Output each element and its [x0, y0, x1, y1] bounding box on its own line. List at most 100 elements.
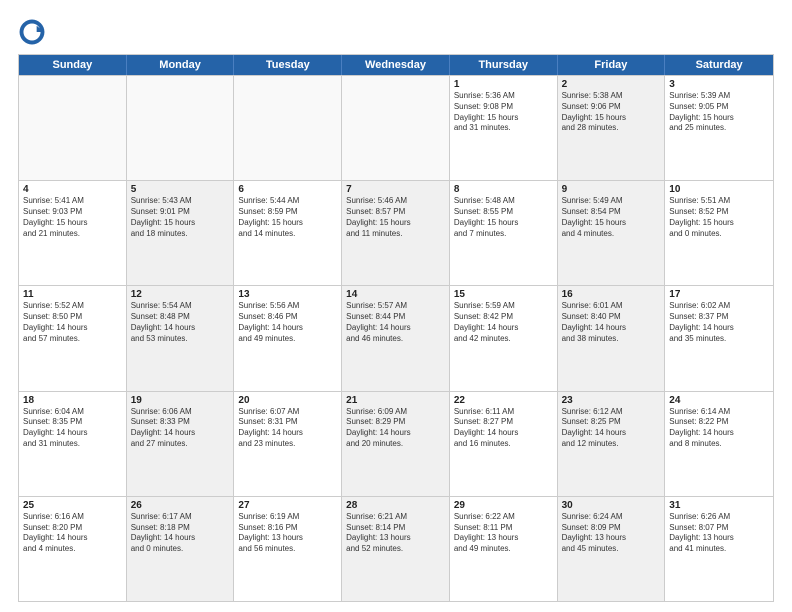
weekday-header-monday: Monday — [127, 55, 235, 75]
day-number: 8 — [454, 184, 553, 195]
cell-text: Sunrise: 6:07 AMSunset: 8:31 PMDaylight:… — [238, 407, 337, 450]
weekday-header-sunday: Sunday — [19, 55, 127, 75]
cal-cell-5-1: 25Sunrise: 6:16 AMSunset: 8:20 PMDayligh… — [19, 497, 127, 601]
day-number: 11 — [23, 289, 122, 300]
cal-cell-1-3 — [234, 76, 342, 180]
day-number: 25 — [23, 500, 122, 511]
day-number: 13 — [238, 289, 337, 300]
calendar-body: 1Sunrise: 5:36 AMSunset: 9:08 PMDaylight… — [19, 75, 773, 601]
cell-text: Sunrise: 5:36 AMSunset: 9:08 PMDaylight:… — [454, 91, 553, 134]
cal-cell-5-4: 28Sunrise: 6:21 AMSunset: 8:14 PMDayligh… — [342, 497, 450, 601]
header — [18, 18, 774, 46]
cal-cell-2-2: 5Sunrise: 5:43 AMSunset: 9:01 PMDaylight… — [127, 181, 235, 285]
cell-text: Sunrise: 6:11 AMSunset: 8:27 PMDaylight:… — [454, 407, 553, 450]
week-row-3: 11Sunrise: 5:52 AMSunset: 8:50 PMDayligh… — [19, 285, 773, 390]
cal-cell-5-5: 29Sunrise: 6:22 AMSunset: 8:11 PMDayligh… — [450, 497, 558, 601]
cell-text: Sunrise: 6:16 AMSunset: 8:20 PMDaylight:… — [23, 512, 122, 555]
cell-text: Sunrise: 5:57 AMSunset: 8:44 PMDaylight:… — [346, 301, 445, 344]
day-number: 18 — [23, 395, 122, 406]
day-number: 3 — [669, 79, 769, 90]
cal-cell-1-7: 3Sunrise: 5:39 AMSunset: 9:05 PMDaylight… — [665, 76, 773, 180]
weekday-header-thursday: Thursday — [450, 55, 558, 75]
day-number: 9 — [562, 184, 661, 195]
cal-cell-2-5: 8Sunrise: 5:48 AMSunset: 8:55 PMDaylight… — [450, 181, 558, 285]
cal-cell-3-5: 15Sunrise: 5:59 AMSunset: 8:42 PMDayligh… — [450, 286, 558, 390]
cell-text: Sunrise: 5:56 AMSunset: 8:46 PMDaylight:… — [238, 301, 337, 344]
cell-text: Sunrise: 5:59 AMSunset: 8:42 PMDaylight:… — [454, 301, 553, 344]
cell-text: Sunrise: 6:01 AMSunset: 8:40 PMDaylight:… — [562, 301, 661, 344]
cal-cell-4-4: 21Sunrise: 6:09 AMSunset: 8:29 PMDayligh… — [342, 392, 450, 496]
calendar: SundayMondayTuesdayWednesdayThursdayFrid… — [18, 54, 774, 602]
cal-cell-3-6: 16Sunrise: 6:01 AMSunset: 8:40 PMDayligh… — [558, 286, 666, 390]
cal-cell-1-1 — [19, 76, 127, 180]
cell-text: Sunrise: 6:04 AMSunset: 8:35 PMDaylight:… — [23, 407, 122, 450]
weekday-header-friday: Friday — [558, 55, 666, 75]
weekday-header-saturday: Saturday — [665, 55, 773, 75]
day-number: 23 — [562, 395, 661, 406]
cell-text: Sunrise: 5:48 AMSunset: 8:55 PMDaylight:… — [454, 196, 553, 239]
day-number: 7 — [346, 184, 445, 195]
cell-text: Sunrise: 6:24 AMSunset: 8:09 PMDaylight:… — [562, 512, 661, 555]
day-number: 21 — [346, 395, 445, 406]
day-number: 24 — [669, 395, 769, 406]
cell-text: Sunrise: 5:49 AMSunset: 8:54 PMDaylight:… — [562, 196, 661, 239]
cell-text: Sunrise: 5:46 AMSunset: 8:57 PMDaylight:… — [346, 196, 445, 239]
day-number: 17 — [669, 289, 769, 300]
cal-cell-5-3: 27Sunrise: 6:19 AMSunset: 8:16 PMDayligh… — [234, 497, 342, 601]
cal-cell-2-3: 6Sunrise: 5:44 AMSunset: 8:59 PMDaylight… — [234, 181, 342, 285]
week-row-4: 18Sunrise: 6:04 AMSunset: 8:35 PMDayligh… — [19, 391, 773, 496]
cal-cell-2-1: 4Sunrise: 5:41 AMSunset: 9:03 PMDaylight… — [19, 181, 127, 285]
day-number: 28 — [346, 500, 445, 511]
calendar-header-row: SundayMondayTuesdayWednesdayThursdayFrid… — [19, 55, 773, 75]
day-number: 12 — [131, 289, 230, 300]
cal-cell-4-5: 22Sunrise: 6:11 AMSunset: 8:27 PMDayligh… — [450, 392, 558, 496]
cal-cell-3-1: 11Sunrise: 5:52 AMSunset: 8:50 PMDayligh… — [19, 286, 127, 390]
cell-text: Sunrise: 6:22 AMSunset: 8:11 PMDaylight:… — [454, 512, 553, 555]
day-number: 16 — [562, 289, 661, 300]
cell-text: Sunrise: 6:14 AMSunset: 8:22 PMDaylight:… — [669, 407, 769, 450]
day-number: 4 — [23, 184, 122, 195]
cal-cell-4-7: 24Sunrise: 6:14 AMSunset: 8:22 PMDayligh… — [665, 392, 773, 496]
week-row-2: 4Sunrise: 5:41 AMSunset: 9:03 PMDaylight… — [19, 180, 773, 285]
cal-cell-1-6: 2Sunrise: 5:38 AMSunset: 9:06 PMDaylight… — [558, 76, 666, 180]
cell-text: Sunrise: 5:54 AMSunset: 8:48 PMDaylight:… — [131, 301, 230, 344]
cal-cell-2-4: 7Sunrise: 5:46 AMSunset: 8:57 PMDaylight… — [342, 181, 450, 285]
cell-text: Sunrise: 6:09 AMSunset: 8:29 PMDaylight:… — [346, 407, 445, 450]
day-number: 30 — [562, 500, 661, 511]
cell-text: Sunrise: 5:38 AMSunset: 9:06 PMDaylight:… — [562, 91, 661, 134]
cal-cell-1-2 — [127, 76, 235, 180]
cal-cell-1-5: 1Sunrise: 5:36 AMSunset: 9:08 PMDaylight… — [450, 76, 558, 180]
day-number: 10 — [669, 184, 769, 195]
cal-cell-3-4: 14Sunrise: 5:57 AMSunset: 8:44 PMDayligh… — [342, 286, 450, 390]
day-number: 1 — [454, 79, 553, 90]
cell-text: Sunrise: 5:51 AMSunset: 8:52 PMDaylight:… — [669, 196, 769, 239]
cal-cell-2-7: 10Sunrise: 5:51 AMSunset: 8:52 PMDayligh… — [665, 181, 773, 285]
logo-icon — [18, 18, 46, 46]
cal-cell-4-3: 20Sunrise: 6:07 AMSunset: 8:31 PMDayligh… — [234, 392, 342, 496]
cal-cell-3-3: 13Sunrise: 5:56 AMSunset: 8:46 PMDayligh… — [234, 286, 342, 390]
cell-text: Sunrise: 5:43 AMSunset: 9:01 PMDaylight:… — [131, 196, 230, 239]
cell-text: Sunrise: 5:41 AMSunset: 9:03 PMDaylight:… — [23, 196, 122, 239]
day-number: 22 — [454, 395, 553, 406]
cell-text: Sunrise: 6:19 AMSunset: 8:16 PMDaylight:… — [238, 512, 337, 555]
day-number: 6 — [238, 184, 337, 195]
day-number: 26 — [131, 500, 230, 511]
weekday-header-tuesday: Tuesday — [234, 55, 342, 75]
day-number: 27 — [238, 500, 337, 511]
cal-cell-4-6: 23Sunrise: 6:12 AMSunset: 8:25 PMDayligh… — [558, 392, 666, 496]
cell-text: Sunrise: 6:02 AMSunset: 8:37 PMDaylight:… — [669, 301, 769, 344]
logo — [18, 18, 50, 46]
day-number: 19 — [131, 395, 230, 406]
weekday-header-wednesday: Wednesday — [342, 55, 450, 75]
day-number: 20 — [238, 395, 337, 406]
day-number: 5 — [131, 184, 230, 195]
page: SundayMondayTuesdayWednesdayThursdayFrid… — [0, 0, 792, 612]
cal-cell-5-6: 30Sunrise: 6:24 AMSunset: 8:09 PMDayligh… — [558, 497, 666, 601]
cell-text: Sunrise: 6:17 AMSunset: 8:18 PMDaylight:… — [131, 512, 230, 555]
cell-text: Sunrise: 5:39 AMSunset: 9:05 PMDaylight:… — [669, 91, 769, 134]
cal-cell-2-6: 9Sunrise: 5:49 AMSunset: 8:54 PMDaylight… — [558, 181, 666, 285]
day-number: 31 — [669, 500, 769, 511]
week-row-5: 25Sunrise: 6:16 AMSunset: 8:20 PMDayligh… — [19, 496, 773, 601]
cal-cell-5-7: 31Sunrise: 6:26 AMSunset: 8:07 PMDayligh… — [665, 497, 773, 601]
week-row-1: 1Sunrise: 5:36 AMSunset: 9:08 PMDaylight… — [19, 75, 773, 180]
